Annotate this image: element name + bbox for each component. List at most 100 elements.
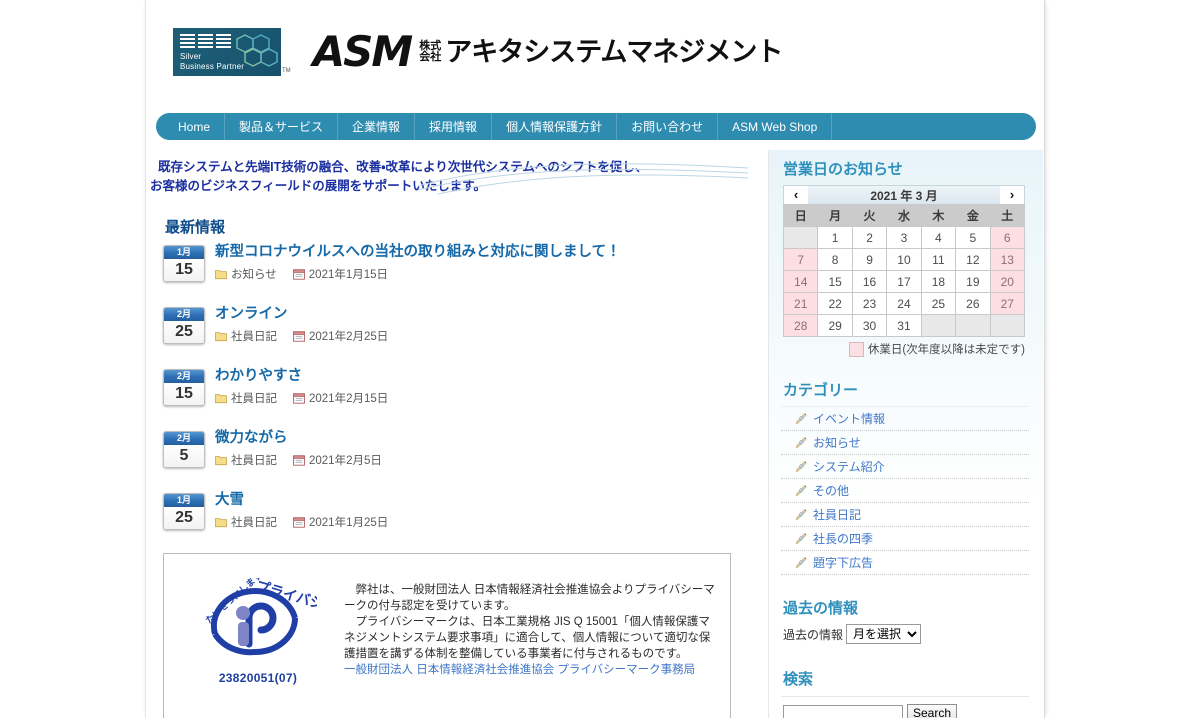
calendar-week-row: 28 29 30 31: [782, 314, 1026, 337]
date-badge-month: 2月: [164, 370, 204, 383]
category-list: イベント情報お知らせシステム紹介 その他社員日記社長の四季題字下広告: [781, 406, 1029, 575]
ibm-trademark-text: TM: [282, 68, 291, 74]
calendar-day-cell: [989, 314, 1026, 337]
main-column: 既存システムと先端IT技術の融合、改善・改革により次世代システムへのシフトを促し…: [150, 150, 748, 718]
search-button[interactable]: Search: [907, 704, 958, 718]
news-list-item[interactable]: 2月 15 わかりやすさ 社員日記 2021年2月15日: [156, 367, 748, 406]
nav-item-privacy-policy[interactable]: 個人情報保護方針: [492, 113, 618, 140]
date-badge-month: 1月: [164, 494, 204, 507]
news-list: 1月 15 新型コロナウイルスへの当社の取り組みと対応に関しまして！ お知らせ …: [156, 243, 748, 530]
calendar-day-cell: 29: [817, 314, 853, 337]
calendar-day-cell: 6: [989, 226, 1026, 249]
calendar-day-cell: 30: [851, 314, 888, 337]
date-badge: 2月 15: [163, 369, 205, 406]
date-badge-day: 5: [164, 445, 204, 467]
calendar-month-title: 2021 年 3 月: [870, 188, 938, 203]
pencil-icon: [795, 533, 807, 545]
date-badge: 1月 15: [163, 245, 205, 282]
category-label: お知らせ: [813, 436, 861, 450]
asm-company-name: アキタシステムマネジメント: [445, 36, 783, 67]
folder-tag-icon: [215, 518, 227, 528]
news-date: 2021年2月25日: [293, 328, 388, 344]
calendar-day-cell: 7: [782, 248, 819, 271]
past-info-heading: 過去の情報: [783, 600, 859, 617]
nav-item-recruit[interactable]: 採用情報: [415, 113, 493, 140]
folder-tag-icon: [215, 456, 227, 466]
nav-item-company-info[interactable]: 企業情報: [338, 113, 416, 140]
news-list-item[interactable]: 2月 5 微力ながら 社員日記 2021年2月5日: [156, 429, 748, 468]
nav-item-contact[interactable]: お問い合わせ: [617, 113, 719, 140]
news-title-link[interactable]: わかりやすさ: [215, 367, 388, 386]
news-date: 2021年2月15日: [293, 390, 388, 406]
nav-item-home[interactable]: Home: [156, 113, 226, 140]
news-category-label: 社員日記: [231, 331, 277, 343]
nav-item-products-services[interactable]: 製品＆サービス: [225, 113, 339, 140]
date-badge-month: 2月: [164, 432, 204, 445]
category-label: 社長の四季: [813, 532, 874, 546]
news-list-item[interactable]: 1月 15 新型コロナウイルスへの当社の取り組みと対応に関しまして！ お知らせ …: [156, 243, 748, 282]
privacy-mark-text: 弊社は、一般財団法人 日本情報経済社会推進協会よりプライバシーマークの付与認定を…: [338, 554, 730, 678]
calendar-legend: 休業日(次年度以降は未定です): [783, 341, 1025, 357]
category-list-item[interactable]: イベント情報: [781, 406, 1029, 431]
past-info-row: 過去の情報 月を選択: [783, 624, 1043, 644]
past-info-select[interactable]: 月を選択: [846, 624, 922, 644]
pencil-icon: [795, 485, 807, 497]
news-body: 微力ながら 社員日記 2021年2月5日: [215, 429, 382, 468]
folder-tag-icon: [215, 270, 227, 280]
category-label: 社員日記: [813, 508, 862, 522]
news-category[interactable]: 社員日記: [215, 452, 277, 468]
categories-heading: カテゴリー: [783, 382, 859, 399]
category-list-item[interactable]: その他: [781, 479, 1029, 503]
category-list-item[interactable]: 社員日記: [781, 503, 1029, 527]
news-body: 新型コロナウイルスへの当社の取り組みと対応に関しまして！ お知らせ 2021年1…: [215, 243, 621, 282]
calendar-day-cell: 31: [886, 314, 922, 337]
nav-item-web-shop[interactable]: ASM Web Shop: [718, 113, 833, 140]
privacy-paragraph-1: 弊社は、一般財団法人 日本情報経済社会推進協会よりプライバシーマークの付与認定を…: [344, 584, 715, 612]
nav-filler: [832, 113, 1036, 140]
news-category[interactable]: 社員日記: [215, 328, 277, 344]
folder-tag-icon: [215, 332, 227, 342]
search-heading: 検索: [783, 671, 814, 688]
date-badge-month: 2月: [164, 308, 204, 321]
search-input[interactable]: [783, 704, 903, 718]
calendar-next-month-button[interactable]: ›: [1000, 186, 1024, 204]
news-category[interactable]: 社員日記: [215, 514, 277, 530]
privacy-mark-office-link[interactable]: 一般財団法人 日本情報経済社会推進協会 プライバシーマーク事務局: [344, 662, 716, 678]
calendar-day-cell: 4: [920, 226, 957, 249]
calendar-day-cell: 24: [886, 292, 922, 315]
calendar-day-cell: 1: [817, 226, 853, 249]
news-meta: 社員日記: [215, 328, 388, 344]
business-day-calendar: ‹ 2021 年 3 月 › 日 月 火 水 木 金 土 1 2 3 4 5 6…: [782, 185, 1026, 357]
pencil-icon: [795, 413, 807, 425]
ibm-logo-icon: [180, 34, 231, 49]
calendar-week-row: 123456: [782, 226, 1026, 249]
calendar-table: 日 月 火 水 木 金 土 1 2 3 4 5 6 7 8 9 10 11 12 13 14 15 16 17 1…: [782, 204, 1026, 337]
category-list-item[interactable]: 社長の四季: [781, 527, 1029, 551]
category-list-item[interactable]: 題字下広告: [781, 551, 1029, 575]
news-category[interactable]: お知らせ: [215, 266, 277, 282]
news-title-link[interactable]: 大雪: [215, 491, 388, 510]
calendar-weekday: 木: [920, 204, 957, 227]
page-root: Silver Business Partner TM ASM 株式 会社 アキタ…: [0, 0, 1200, 718]
calendar-day-cell: 27: [989, 292, 1026, 315]
news-list-item[interactable]: 1月 25 大雪 社員日記 2021年1月25日: [156, 491, 748, 530]
category-list-item[interactable]: システム紹介: [781, 455, 1029, 479]
site-frame: Silver Business Partner TM ASM 株式 会社 アキタ…: [145, 0, 1045, 718]
news-title-link[interactable]: 微力ながら: [215, 429, 382, 448]
intro-line-2: お客様のビジネスフィールドの展開をサポートいたします。: [150, 179, 487, 193]
news-body: 大雪 社員日記 2021年1月25日: [215, 491, 388, 530]
asm-kabushiki-kaisha: 株式 会社: [419, 41, 441, 63]
category-list-item[interactable]: お知らせ: [781, 431, 1029, 455]
legend-swatch-holiday: [848, 341, 864, 357]
hexagon-pattern-icon: [236, 34, 278, 67]
news-category[interactable]: 社員日記: [215, 390, 277, 406]
news-date-label: 2021年2月15日: [309, 393, 389, 405]
intro-line-1: 既存システムと先端IT技術の融合、改善・改革により次世代システムへのシフトを促し…: [158, 160, 648, 174]
news-title-link[interactable]: オンライン: [215, 305, 388, 324]
calendar-prev-month-button[interactable]: ‹: [784, 186, 808, 204]
news-list-item[interactable]: 2月 25 オンライン 社員日記 2021年2月25日: [156, 305, 748, 344]
news-title-link[interactable]: 新型コロナウイルスへの当社の取り組みと対応に関しまして！: [215, 243, 621, 262]
svg-text:プライバシー: プライバシー: [254, 578, 317, 616]
calendar-day-cell: 21: [782, 292, 819, 315]
calendar-day-cell: 10: [886, 248, 922, 271]
